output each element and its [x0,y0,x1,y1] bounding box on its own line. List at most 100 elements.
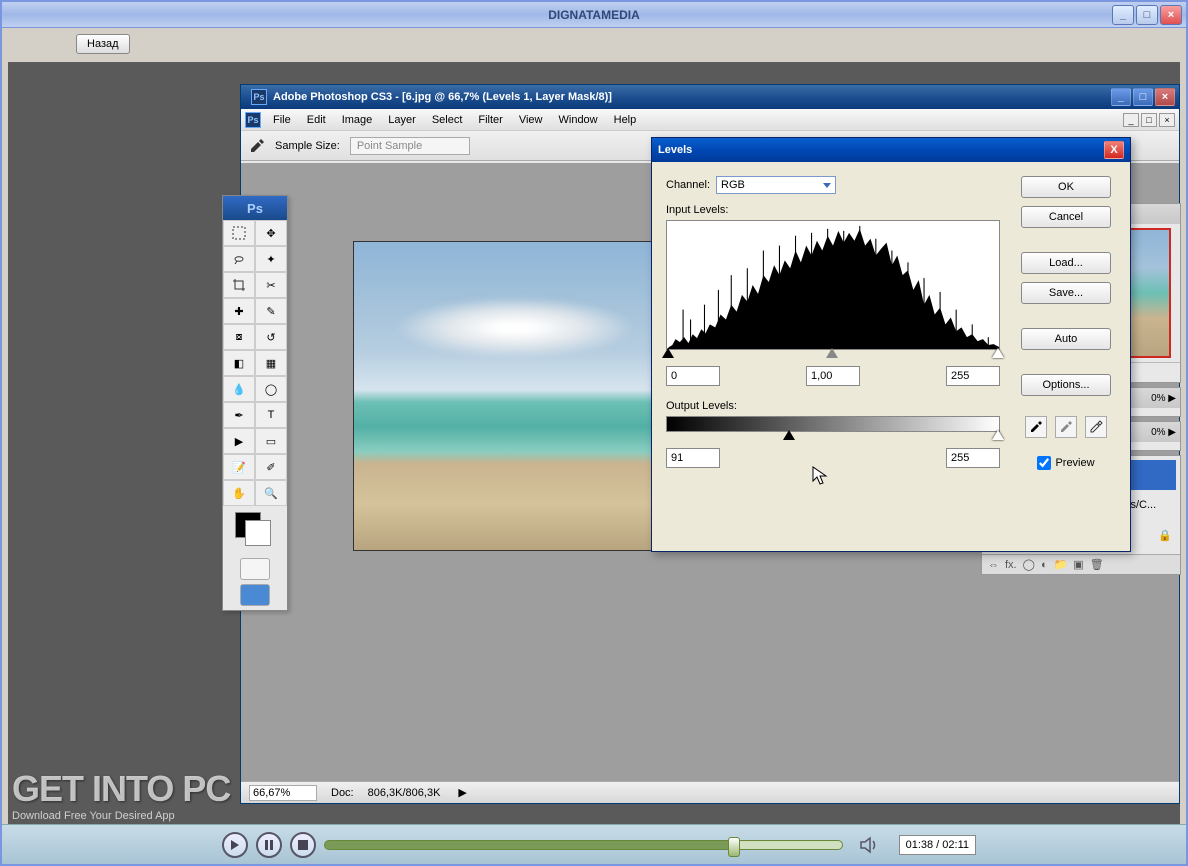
black-point-slider[interactable] [662,348,674,358]
pen-tool[interactable]: ✒ [223,402,255,428]
gradient-tool[interactable]: ▦ [255,350,287,376]
preview-checkbox[interactable] [1037,456,1051,470]
histogram [666,220,1000,350]
mid-point-slider[interactable] [826,348,838,358]
ps-maximize-button[interactable]: □ [1133,88,1153,106]
photoshop-window: Ps Adobe Photoshop CS3 - [6.jpg @ 66,7% … [240,84,1180,804]
channel-label: Channel: [666,179,710,191]
menu-image[interactable]: Image [334,112,381,128]
output-slider-track[interactable] [666,430,1000,440]
levels-close-button[interactable]: X [1104,141,1124,159]
save-button[interactable]: Save... [1021,282,1111,304]
zoom-field[interactable] [249,785,317,801]
doc-info-arrow-icon[interactable]: ▶ [458,786,466,799]
levels-title: Levels [658,144,692,156]
shape-tool[interactable]: ▭ [255,428,287,454]
menu-layer[interactable]: Layer [380,112,424,128]
ps-close-button[interactable]: × [1155,88,1175,106]
maximize-button[interactable]: □ [1136,5,1158,25]
menu-filter[interactable]: Filter [470,112,510,128]
input-mid-field[interactable] [806,366,860,386]
zoom-tool[interactable]: 🔍 [255,480,287,506]
healing-brush-tool[interactable]: ✚ [223,298,255,324]
load-button[interactable]: Load... [1021,252,1111,274]
output-black-slider[interactable] [783,430,795,440]
back-button[interactable]: Назад [76,34,130,54]
stop-button[interactable] [290,832,316,858]
sample-size-label: Sample Size: [275,140,340,152]
magic-wand-tool[interactable]: ✦ [255,246,287,272]
move-tool[interactable]: ✥ [255,220,287,246]
marquee-tool[interactable] [223,220,255,246]
doc-info: 806,3K/806,3K [368,787,441,799]
ps-minimize-button[interactable]: _ [1111,88,1131,106]
white-eyedropper[interactable] [1085,416,1107,438]
menu-select[interactable]: Select [424,112,471,128]
ok-button[interactable]: OK [1021,176,1111,198]
channel-select[interactable]: RGB [716,176,836,194]
path-selection-tool[interactable]: ▶ [223,428,255,454]
trash-icon[interactable]: 🗑 [1090,558,1104,571]
menu-edit[interactable]: Edit [299,112,334,128]
ps-statusbar: Doc: 806,3K/806,3K ▶ [241,781,1179,803]
sample-size-select[interactable]: Point Sample [350,137,470,155]
folder-icon[interactable]: 📁 [1054,558,1068,571]
output-white-slider[interactable] [992,430,1004,440]
cancel-button[interactable]: Cancel [1021,206,1111,228]
fx-icon[interactable]: fx. [1005,559,1017,571]
menu-view[interactable]: View [511,112,551,128]
ps-title: Adobe Photoshop CS3 - [6.jpg @ 66,7% (Le… [273,91,612,103]
input-black-field[interactable] [666,366,720,386]
output-white-field[interactable] [946,448,1000,468]
layers-footer: ⇔ fx. ◯ ◐ 📁 ▣ 🗑 [982,554,1180,574]
eraser-tool[interactable]: ◧ [223,350,255,376]
outer-title: DIGNATAMEDIA [548,8,640,22]
color-swatches[interactable] [235,512,275,548]
brush-tool[interactable]: ✎ [255,298,287,324]
adjust-icon[interactable]: ◐ [1041,559,1048,571]
eyedropper-tool[interactable]: ✐ [255,454,287,480]
history-brush-tool[interactable]: ↺ [255,324,287,350]
preview-checkbox-label[interactable]: Preview [1037,456,1094,470]
menu-help[interactable]: Help [606,112,645,128]
quickmask-toggle[interactable] [240,558,270,580]
pause-button[interactable] [256,832,282,858]
play-button[interactable] [222,832,248,858]
cursor-icon [812,466,828,486]
hand-tool[interactable]: ✋ [223,480,255,506]
link-icon[interactable]: ⇔ [988,559,999,571]
black-eyedropper[interactable] [1025,416,1047,438]
ps-window-controls: _ □ × [1111,88,1175,106]
new-layer-icon[interactable]: ▣ [1073,558,1083,571]
dodge-tool[interactable]: ◯ [255,376,287,402]
doc-close[interactable]: × [1159,113,1175,127]
gray-eyedropper[interactable] [1055,416,1077,438]
menu-window[interactable]: Window [551,112,606,128]
white-point-slider[interactable] [992,348,1004,358]
slice-tool[interactable]: ✂ [255,272,287,298]
input-slider-track[interactable] [666,348,1000,358]
doc-restore[interactable]: □ [1141,113,1157,127]
speaker-icon[interactable] [859,835,879,855]
clone-stamp-tool[interactable]: ⧇ [223,324,255,350]
seek-slider[interactable] [324,840,843,850]
close-button[interactable]: × [1160,5,1182,25]
notes-tool[interactable]: 📝 [223,454,255,480]
content-area: Ps Adobe Photoshop CS3 - [6.jpg @ 66,7% … [8,62,1180,824]
minimize-button[interactable]: _ [1112,5,1134,25]
input-white-field[interactable] [946,366,1000,386]
menu-file[interactable]: File [265,112,299,128]
type-tool[interactable]: T [255,402,287,428]
auto-button[interactable]: Auto [1021,328,1111,350]
lasso-tool[interactable] [223,246,255,272]
output-black-field[interactable] [666,448,720,468]
screenmode-toggle[interactable] [240,584,270,606]
blur-tool[interactable]: 💧 [223,376,255,402]
levels-dialog: Levels X Channel: RGB Input Levels: [651,137,1131,552]
options-button[interactable]: Options... [1021,374,1111,396]
background-color[interactable] [245,520,271,546]
levels-titlebar[interactable]: Levels X [652,138,1130,162]
doc-minimize[interactable]: _ [1123,113,1139,127]
crop-tool[interactable] [223,272,255,298]
mask-icon[interactable]: ◯ [1023,558,1035,571]
